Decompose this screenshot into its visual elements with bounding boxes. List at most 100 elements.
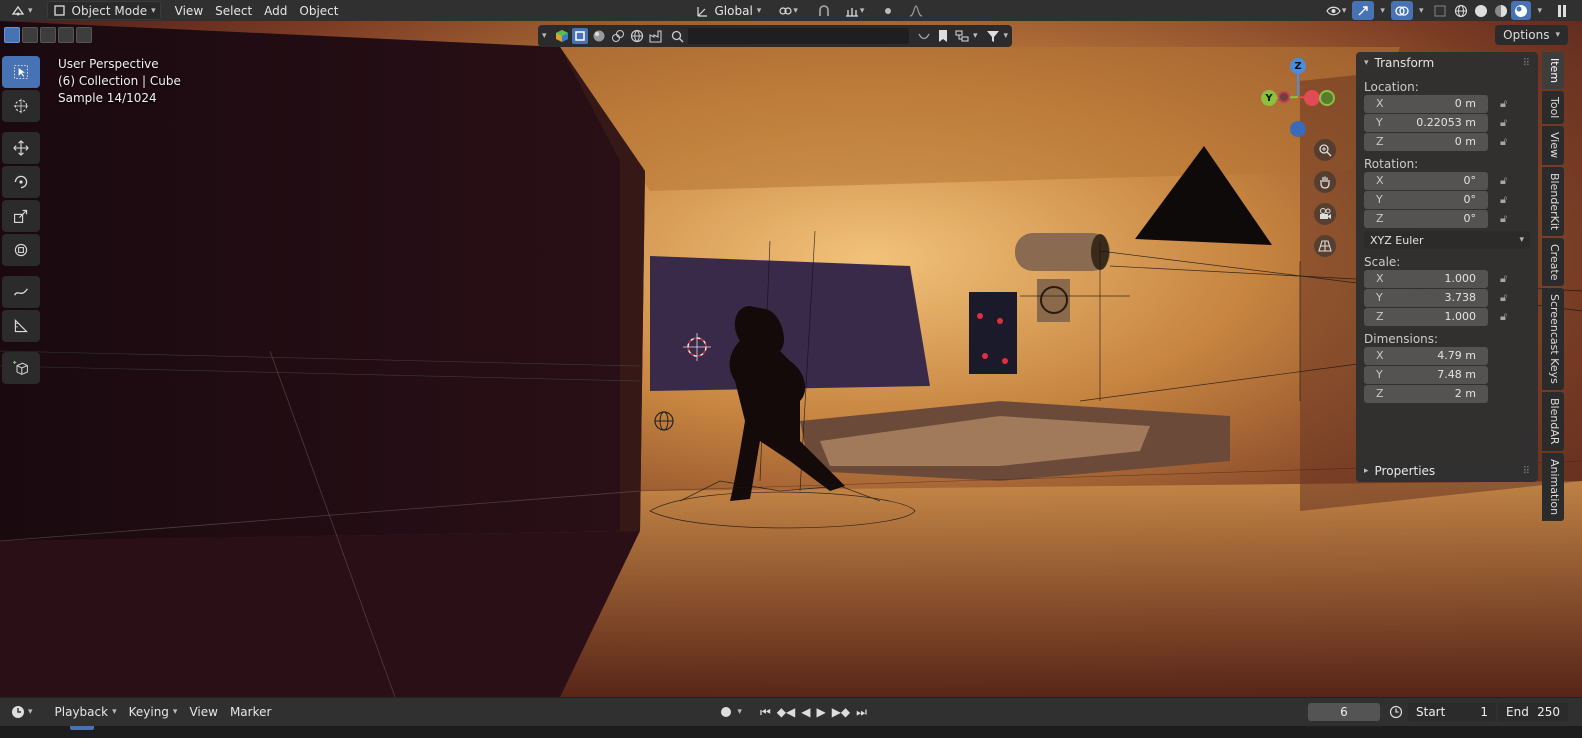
menu-select[interactable]: Select xyxy=(209,1,258,20)
tab-tool[interactable]: Tool xyxy=(1542,91,1564,125)
zoom-button[interactable] xyxy=(1314,139,1336,161)
snap-target-dropdown[interactable]: ▾ xyxy=(838,1,871,20)
location-x-field[interactable]: X 0 m xyxy=(1364,94,1488,113)
timeline-area[interactable] xyxy=(0,726,1582,738)
editor-type-button[interactable]: ▾ xyxy=(4,1,39,20)
rotation-mode-dropdown[interactable]: XYZ Euler ▾ xyxy=(1364,231,1530,249)
select-intersect-mode[interactable] xyxy=(76,27,92,43)
rotation-y-field[interactable]: Y 0° xyxy=(1364,190,1488,209)
menu-view[interactable]: View xyxy=(169,1,209,20)
pivot-point-dropdown[interactable]: ▾ xyxy=(771,1,804,20)
gizmo-z-axis[interactable]: Z xyxy=(1290,58,1306,74)
camera-view-button[interactable] xyxy=(1314,203,1336,225)
unlock-icon[interactable]: 🔓︎ xyxy=(1500,310,1514,324)
object-select-icon[interactable] xyxy=(572,28,589,44)
falloff-dropdown[interactable] xyxy=(902,1,930,20)
gizmo-y-axis[interactable]: Y xyxy=(1261,90,1277,106)
tool-measure[interactable] xyxy=(2,310,40,342)
unlock-icon[interactable]: 🔓︎ xyxy=(1500,97,1514,111)
location-y-field[interactable]: Y 0.22053 m xyxy=(1364,113,1488,132)
menu-timeline-view[interactable]: View xyxy=(183,703,223,722)
overlays-toggle[interactable] xyxy=(1390,1,1413,20)
drag-handle-icon[interactable]: ⠿ xyxy=(1523,466,1530,477)
menu-add[interactable]: Add xyxy=(258,1,293,20)
xray-toggle[interactable] xyxy=(1429,1,1451,20)
rotation-x-field[interactable]: X 0° xyxy=(1364,171,1488,190)
rotation-z-field[interactable]: Z 0° xyxy=(1364,209,1488,228)
options-dropdown[interactable]: Options ▾ xyxy=(1495,25,1568,45)
navigation-gizmo[interactable]: Z Y xyxy=(1258,57,1338,137)
properties-panel-header[interactable]: ▸ Properties ⠿ xyxy=(1356,460,1538,482)
next-keyframe-icon[interactable]: ▶◆ xyxy=(832,705,850,719)
chevron-down-icon[interactable]: ▾ xyxy=(542,31,547,41)
timeline-editor-type-button[interactable]: ▾ xyxy=(4,703,39,722)
tab-view[interactable]: View xyxy=(1542,126,1564,165)
visibility-dropdown[interactable]: ▾ xyxy=(1320,1,1353,20)
play-icon[interactable]: ▶ xyxy=(816,705,825,719)
transform-orientation-dropdown[interactable]: Global ▾ xyxy=(689,1,768,20)
preview-range-icon[interactable] xyxy=(1388,704,1404,720)
color-picker-icon[interactable] xyxy=(554,28,570,44)
jump-start-icon[interactable]: ⏮ xyxy=(760,705,771,720)
tool-select-box[interactable] xyxy=(2,56,40,88)
unlock-icon[interactable]: 🔓︎ xyxy=(1500,116,1514,130)
chevron-down-icon[interactable]: ▾ xyxy=(1004,31,1009,41)
current-frame-field[interactable]: 6 xyxy=(1308,703,1380,721)
drag-handle-icon[interactable]: ⠿ xyxy=(1523,58,1530,69)
shading-material[interactable] xyxy=(1491,1,1511,20)
render-layers-icon[interactable] xyxy=(610,28,626,44)
play-reverse-icon[interactable]: ◀ xyxy=(801,705,810,719)
select-extend-mode[interactable] xyxy=(22,27,38,43)
record-icon[interactable] xyxy=(721,707,732,717)
scale-y-field[interactable]: Y 3.738 xyxy=(1364,288,1488,307)
hierarchy-icon[interactable] xyxy=(954,28,970,44)
menu-playback[interactable]: Playback ▾ xyxy=(49,703,123,722)
scene-factory-icon[interactable] xyxy=(648,28,664,44)
gizmo-neg-x-axis[interactable] xyxy=(1319,90,1335,106)
shading-wireframe[interactable] xyxy=(1451,1,1471,20)
prev-keyframe-icon[interactable]: ◆◀ xyxy=(777,705,795,719)
menu-keying[interactable]: Keying ▾ xyxy=(123,703,184,722)
unlock-icon[interactable]: 🔓︎ xyxy=(1500,212,1514,226)
tab-screencast-keys[interactable]: Screencast Keys xyxy=(1542,288,1564,391)
frame-end-field[interactable]: End 250 xyxy=(1498,703,1568,721)
tab-animation[interactable]: Animation xyxy=(1542,452,1564,521)
tab-blendar[interactable]: BlendAR xyxy=(1542,392,1564,451)
tool-scale[interactable] xyxy=(2,200,40,232)
frame-start-field[interactable]: Start 1 xyxy=(1408,703,1496,721)
chevron-down-icon[interactable]: ▾ xyxy=(1380,6,1385,16)
tab-item[interactable]: Item xyxy=(1542,52,1564,90)
tab-blenderkit[interactable]: BlenderKit xyxy=(1542,166,1564,236)
world-icon[interactable] xyxy=(629,28,645,44)
playhead[interactable] xyxy=(70,726,94,730)
shading-solid[interactable] xyxy=(1471,1,1491,20)
unlock-icon[interactable]: 🔓︎ xyxy=(1500,193,1514,207)
select-subtract-mode[interactable] xyxy=(40,27,56,43)
menu-object[interactable]: Object xyxy=(293,1,344,20)
tool-transform[interactable] xyxy=(2,234,40,266)
bookmark-icon[interactable] xyxy=(935,28,951,44)
unlock-icon[interactable]: 🔓︎ xyxy=(1500,272,1514,286)
dimensions-z-field[interactable]: Z 2 m xyxy=(1364,384,1488,403)
tool-annotate[interactable] xyxy=(2,276,40,308)
gizmo-neg-z-axis[interactable] xyxy=(1290,121,1306,137)
unlock-icon[interactable]: 🔓︎ xyxy=(1500,174,1514,188)
perspective-toggle-button[interactable] xyxy=(1314,235,1336,257)
jump-end-icon[interactable]: ⏭ xyxy=(856,705,867,720)
chevron-down-icon[interactable]: ▾ xyxy=(1537,6,1542,16)
3d-viewport[interactable]: ▾ ▾ ▾ Options ▾ User Perspective (6) Col… xyxy=(0,21,1582,697)
location-z-field[interactable]: Z 0 m xyxy=(1364,132,1488,151)
filter-icon[interactable] xyxy=(985,28,1001,44)
chevron-down-icon[interactable]: ▾ xyxy=(973,31,978,41)
unlock-icon[interactable]: 🔓︎ xyxy=(1500,291,1514,305)
dimensions-x-field[interactable]: X 4.79 m xyxy=(1364,346,1488,365)
filter-curve-icon[interactable] xyxy=(916,28,932,44)
tool-add-cube[interactable] xyxy=(2,352,40,384)
shading-sphere-icon[interactable] xyxy=(591,28,607,44)
chevron-down-icon[interactable]: ▾ xyxy=(737,707,742,717)
scale-x-field[interactable]: X 1.000 xyxy=(1364,269,1488,288)
snap-toggle[interactable] xyxy=(810,1,838,20)
proportional-editing-toggle[interactable] xyxy=(874,1,902,20)
tool-rotate[interactable] xyxy=(2,166,40,198)
pan-button[interactable] xyxy=(1314,171,1336,193)
